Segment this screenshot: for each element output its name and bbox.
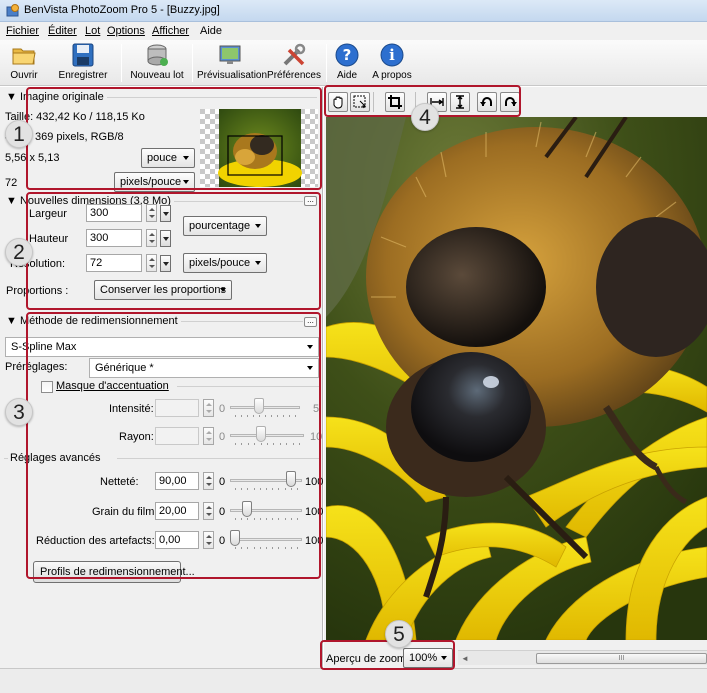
callout-badge-5: 5 [385,620,413,648]
section-divider [4,458,8,459]
toolbar-separator [192,44,193,82]
callout-box-2 [26,192,321,310]
tools-icon [283,43,306,66]
open-label: Ouvrir [10,70,38,81]
new-batch-button[interactable]: Nouveau lot [128,42,186,84]
callout-badge-1: 1 [5,120,33,148]
status-bar [0,668,707,693]
callout-box-5 [320,640,455,670]
about-label: A propos [372,70,412,81]
batch-stack-icon [147,44,168,66]
toolbar: Ouvrir Enregistrer Nouveau lot Prévisual… [0,40,707,86]
horizontal-scrollbar[interactable]: ◄ III [458,650,707,665]
about-button[interactable]: i A propos [370,42,414,84]
scrollbar-thumb[interactable]: III [536,653,707,664]
callout-badge-4: 4 [411,103,439,131]
callout-box-3 [26,312,321,579]
preview-label: Prévisualisation [197,70,268,81]
help-label: Aide [336,70,357,81]
preview-monitor-icon [219,45,241,64]
scroll-left-arrow-icon[interactable]: ◄ [461,654,469,663]
save-button[interactable]: Enregistrer [53,42,113,84]
info-icon: i [380,43,404,67]
svg-text:i: i [389,46,395,64]
menu-lot[interactable]: Lot [85,25,100,37]
callout-badge-3: 3 [5,398,33,426]
menu-afficher[interactable]: Afficher [152,25,189,37]
menu-bar: Fichier Éditer Lot Options Afficher Aide [0,22,707,40]
menu-editer[interactable]: Éditer [48,25,77,37]
scrollbar-grip: III [618,655,625,662]
preferences-label: Préférences [267,70,321,81]
menu-aide[interactable]: Aide [200,25,222,37]
preview-button[interactable]: Prévisualisation [197,42,268,84]
open-button[interactable]: Ouvrir [4,42,44,84]
app-icon [6,4,19,17]
toolbar-separator [121,44,122,82]
original-resolution: 72 [5,177,18,189]
callout-badge-2: 2 [5,238,33,266]
svg-text:?: ? [343,46,352,64]
callout-box-1 [26,87,322,190]
title-bar: BenVista PhotoZoom Pro 5 - [Buzzy.jpg] [0,0,707,22]
help-button[interactable]: ? Aide [333,42,361,84]
help-icon: ? [335,43,359,67]
toolbar-separator [326,44,327,82]
preferences-button[interactable]: Préférences [266,42,322,84]
menu-fichier[interactable]: Fichier [6,25,39,37]
save-label: Enregistrer [58,70,108,81]
folder-open-icon [12,48,36,65]
window-title: BenVista PhotoZoom Pro 5 - [Buzzy.jpg] [24,4,220,16]
preview-image[interactable] [326,117,707,640]
new-batch-label: Nouveau lot [130,70,184,81]
menu-options[interactable]: Options [107,25,145,37]
floppy-disk-icon [72,43,94,67]
